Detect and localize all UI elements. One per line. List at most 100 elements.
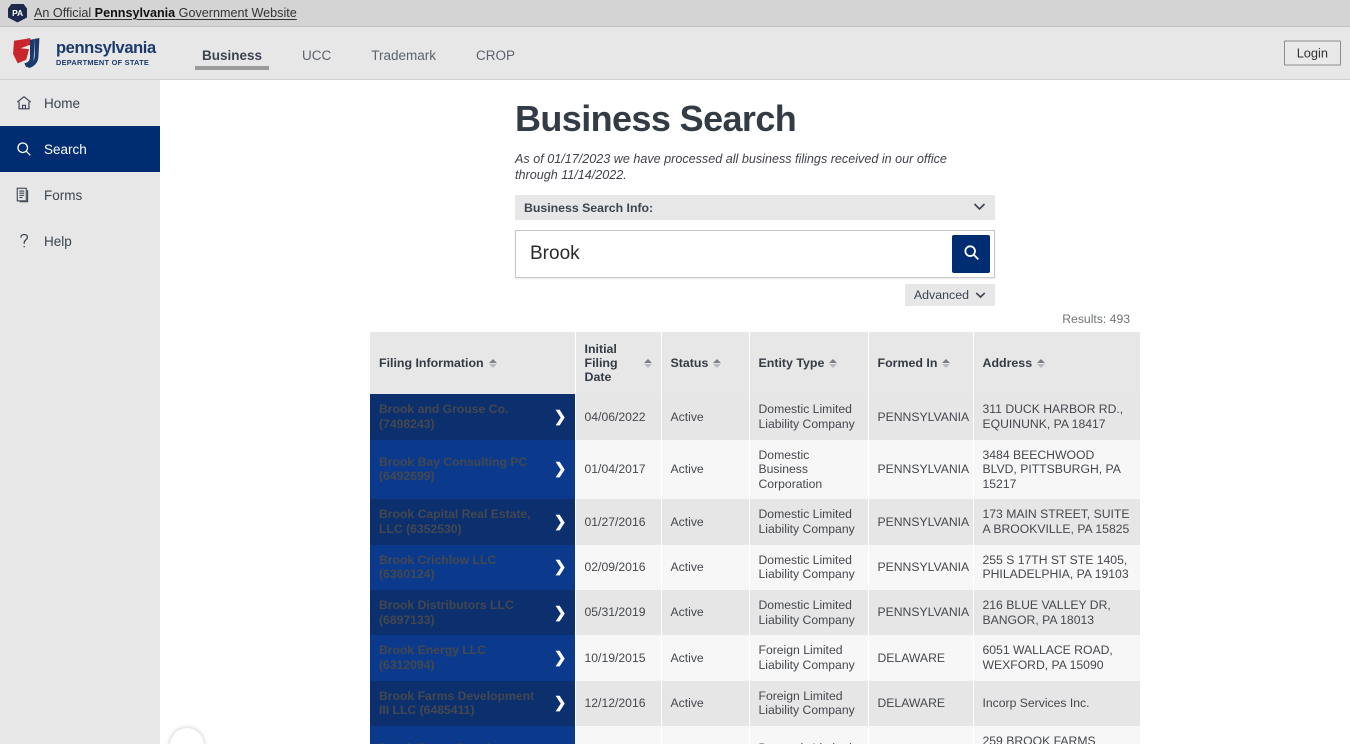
login-button[interactable]: Login (1283, 40, 1341, 66)
table-row[interactable]: Brook Crichlow LLC (6360124) ❯ 02/09/2016 A… (370, 544, 1140, 590)
site-header: pennsylvania DEPARTMENT OF STATE Busines… (0, 27, 1350, 80)
home-icon (14, 94, 33, 113)
column-header-status[interactable]: Status (661, 332, 750, 395)
chevron-right-icon[interactable]: ❯ (554, 650, 567, 665)
advanced-row: Advanced (515, 278, 995, 307)
table-cell-formed-in: PENNSYLVANIA (868, 544, 974, 590)
business-search-info-accordion[interactable]: Business Search Info: (515, 195, 995, 221)
table-cell-entity-type: Domestic Limited Liability Company (749, 544, 869, 590)
chevron-right-icon[interactable]: ❯ (554, 560, 567, 575)
table-cell-filing-information[interactable]: Brook Farms Development IV, LLC (6726447… (370, 725, 576, 744)
official-government-banner: PA An Official Pennsylvania Government W… (0, 0, 1350, 27)
table-cell-initial-filing-date: 12/12/2016 (575, 680, 662, 726)
table-row[interactable]: Brook Farms Development IV, LLC (6726447… (370, 725, 1140, 744)
chevron-right-icon[interactable]: ❯ (554, 696, 567, 711)
logo-wordmark: pennsylvania (56, 39, 156, 58)
search-input[interactable] (516, 243, 994, 266)
table-cell-entity-type: Foreign Limited Liability Company (749, 635, 869, 681)
table-cell-entity-type: Domestic Limited Liability Company (749, 499, 869, 545)
table-row[interactable]: Brook Capital Real Estate, LLC (6352530)… (370, 499, 1140, 545)
search-submit-button[interactable] (952, 235, 990, 274)
table-row[interactable]: Brook Energy LLC (6312094) ❯ 10/19/2015 Act… (370, 635, 1140, 681)
table-header-row: Filing Information Initial Filing Date S… (370, 332, 1140, 395)
table-cell-filing-information[interactable]: Brook Crichlow LLC (6360124) ❯ (370, 544, 576, 590)
business-search-info-label: Business Search Info: (524, 200, 654, 215)
sidebar-item-search[interactable]: Search (0, 126, 160, 172)
business-name-label: Brook and Grouse Co. (7498243) (379, 402, 509, 431)
table-cell-entity-type: Domestic Business Corporation (749, 439, 869, 500)
table-cell-filing-information[interactable]: Brook Bay Consulting PC (6492699) ❯ (370, 439, 576, 500)
table-cell-formed-in: DELAWARE (868, 680, 974, 726)
results-table: Filing Information Initial Filing Date S… (370, 332, 1140, 744)
column-label: Address (982, 356, 1033, 371)
forms-icon (14, 186, 33, 205)
sort-icon[interactable] (643, 358, 652, 368)
column-header-address[interactable]: Address (973, 332, 1140, 395)
sidebar-item-home[interactable]: Home (0, 80, 160, 126)
sort-icon[interactable] (488, 358, 497, 368)
search-icon (14, 140, 33, 159)
column-label: Filing Information (379, 356, 484, 371)
tab-crop[interactable]: CROP (456, 48, 535, 79)
table-cell-address: 216 BLUE VALLEY DR, BANGOR, PA 18013 (973, 589, 1140, 636)
column-header-formed-in[interactable]: Formed In (868, 332, 974, 395)
tab-business[interactable]: Business (182, 48, 282, 79)
tab-ucc[interactable]: UCC (282, 48, 351, 79)
page-title: Business Search (515, 98, 797, 139)
table-cell-filing-information[interactable]: Brook Distributors LLC (6897133) ❯ (370, 589, 576, 636)
sidebar-item-label-help: Help (44, 233, 72, 249)
table-cell-status: Active (661, 635, 750, 681)
table-row[interactable]: Brook and Grouse Co. (7498243) ❯ 04/06/202… (370, 394, 1140, 440)
chevron-right-icon[interactable]: ❯ (554, 462, 567, 477)
table-row[interactable]: Brook Farms Development III LLC (6485411… (370, 680, 1140, 726)
advanced-toggle-button[interactable]: Advanced (904, 284, 995, 307)
sort-icon[interactable] (829, 358, 838, 368)
page-body: Home Search Forms Help Business Search A… (0, 80, 1350, 744)
chevron-right-icon[interactable]: ❯ (554, 515, 567, 530)
table-cell-address: 311 DUCK HARBOR RD., EQUINUNK, PA 18417 (973, 394, 1140, 440)
column-label: Entity Type (758, 356, 825, 371)
table-cell-formed-in: PENNSYLVANIA (868, 439, 974, 500)
table-cell-address: 173 MAIN STREET, SUITE A BROOKVILLE, PA … (973, 499, 1140, 545)
chevron-right-icon[interactable]: ❯ (554, 605, 567, 620)
sidebar-item-forms[interactable]: Forms (0, 172, 160, 218)
site-logo[interactable]: pennsylvania DEPARTMENT OF STATE (0, 27, 160, 79)
sidebar-item-help[interactable]: Help (0, 218, 160, 264)
table-cell-initial-filing-date: 10/19/2015 (575, 635, 662, 681)
logo-subtitle: DEPARTMENT OF STATE (56, 57, 150, 67)
sort-icon[interactable] (713, 358, 722, 368)
table-cell-status: Active (661, 680, 750, 726)
table-cell-status: Active (661, 394, 750, 440)
table-cell-filing-information[interactable]: Brook Farms Development III LLC (6485411… (370, 680, 576, 726)
table-cell-status: Active (661, 589, 750, 636)
sidebar-item-label-search: Search (44, 141, 87, 157)
main-content: Business Search As of 01/17/2023 we have… (160, 80, 1350, 744)
keystone-label: PA (12, 8, 23, 18)
business-name-label: Brook Capital Real Estate, LLC (6352530) (379, 507, 531, 537)
column-header-entity-type[interactable]: Entity Type (749, 332, 869, 395)
table-cell-address: 6051 WALLACE ROAD, WEXFORD, PA 15090 (973, 635, 1140, 681)
table-row[interactable]: Brook Distributors LLC (6897133) ❯ 05/31/2… (370, 589, 1140, 636)
chevron-right-icon[interactable]: ❯ (554, 409, 567, 424)
table-cell-address: 255 S 17TH ST STE 1405, PHILADELPHIA, PA… (973, 544, 1140, 590)
sort-icon[interactable] (942, 358, 951, 368)
banner-text-prefix: An Official (34, 6, 95, 20)
table-cell-filing-information[interactable]: Brook and Grouse Co. (7498243) ❯ (370, 394, 576, 440)
as-of-note: As of 01/17/2023 we have processed all b… (515, 152, 947, 182)
sort-icon[interactable] (1037, 358, 1046, 368)
primary-navigation: Business UCC Trademark CROP (160, 27, 535, 79)
tab-trademark[interactable]: Trademark (351, 48, 456, 79)
official-site-link[interactable]: An Official Pennsylvania Government Webs… (34, 6, 297, 20)
table-row[interactable]: Brook Bay Consulting PC (6492699) ❯ 01/04/… (370, 439, 1140, 500)
table-cell-initial-filing-date: 06/07/2018 (575, 725, 662, 744)
banner-text-suffix: Government Website (175, 6, 297, 20)
table-cell-initial-filing-date: 02/09/2016 (575, 544, 662, 590)
column-header-initial-filing-date[interactable]: Initial Filing Date (575, 332, 662, 395)
business-name-label: Brook Farms Development III LLC (6485411… (379, 688, 535, 718)
table-cell-address: 259 BROOK FARMS ROAD, LANCASTER, PA 1760… (973, 725, 1140, 744)
table-cell-filing-information[interactable]: Brook Capital Real Estate, LLC (6352530)… (370, 499, 576, 545)
table-cell-filing-information[interactable]: Brook Energy LLC (6312094) ❯ (370, 635, 576, 681)
sidebar-item-label-home: Home (44, 95, 81, 111)
column-header-filing-information[interactable]: Filing Information (370, 332, 576, 395)
table-cell-formed-in: PENNSYLVANIA (868, 725, 974, 744)
